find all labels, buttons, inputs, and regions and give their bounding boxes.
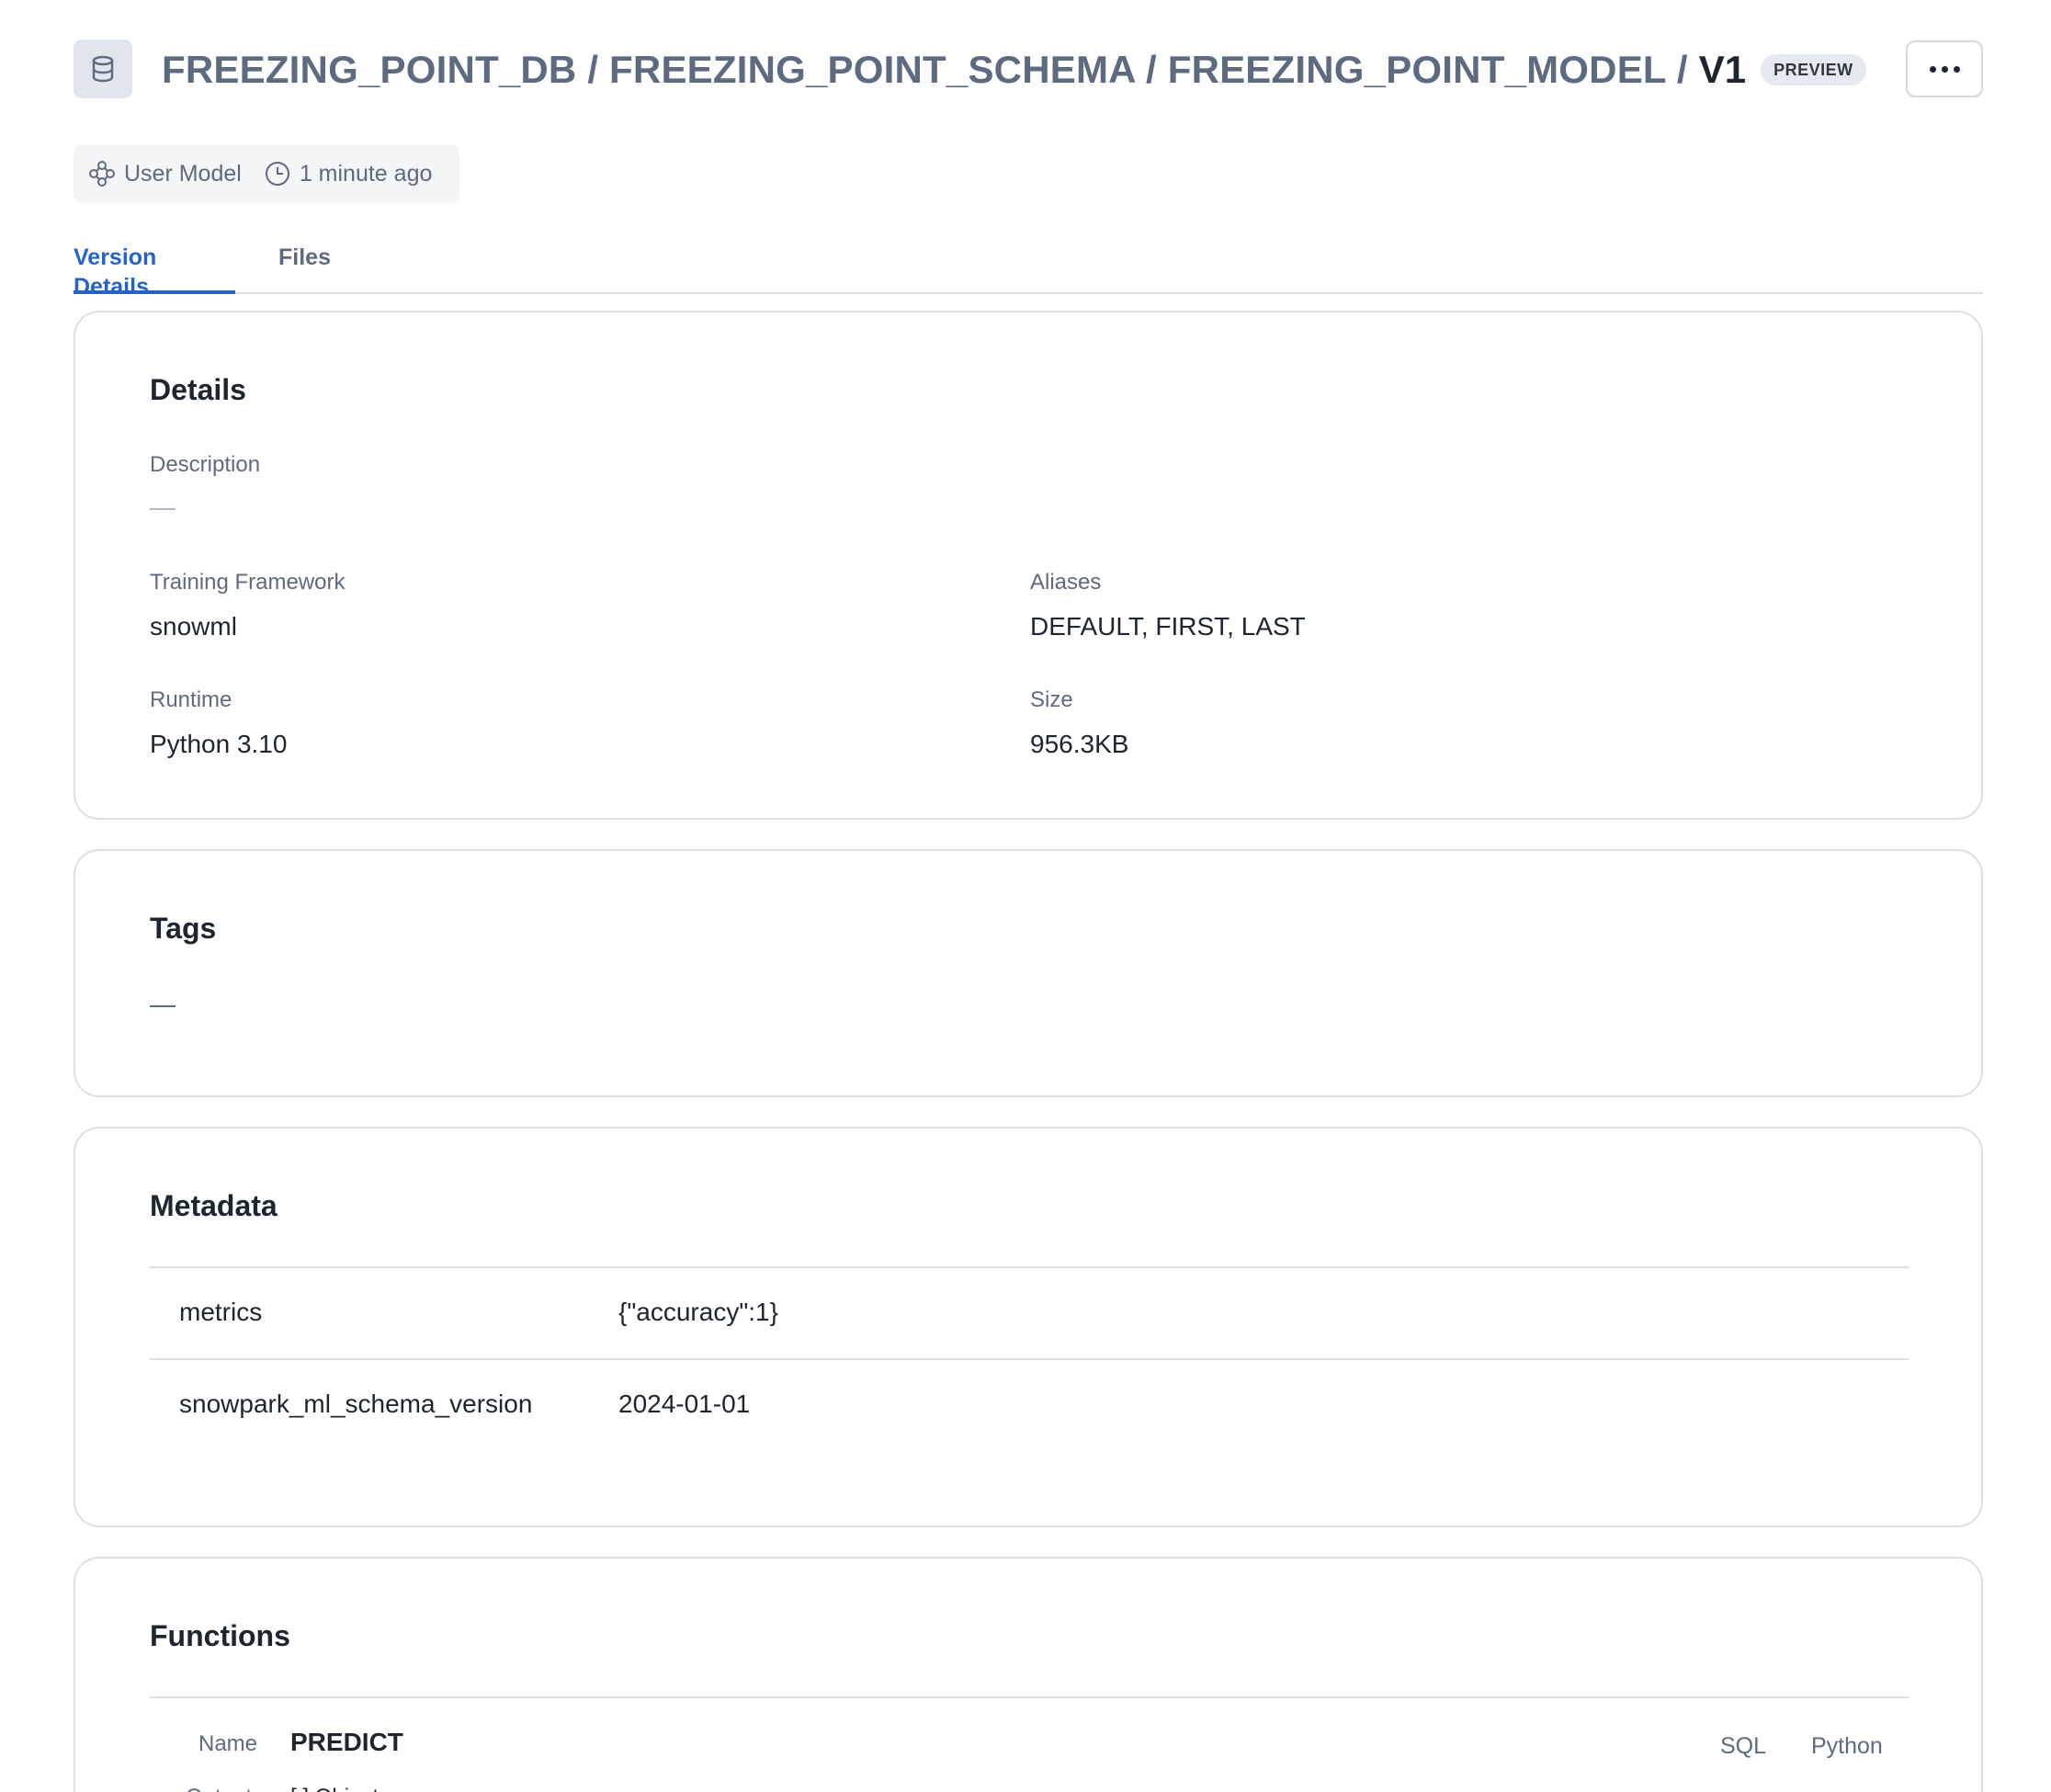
description-label: Description [150, 452, 261, 477]
runtime-value: Python 3.10 [150, 730, 288, 758]
tags-title: Tags [150, 912, 217, 945]
table-row: snowpark_ml_schema_version 2024-01-01 [150, 1358, 1909, 1450]
metadata-card: Metadata metrics {"accuracy":1} snowpark… [74, 1127, 1983, 1527]
last-updated: 1 minute ago [264, 160, 433, 187]
tab-bar: Version Details Files [74, 230, 1983, 300]
details-title: Details [150, 373, 246, 406]
functions-divider [150, 1696, 1909, 1698]
tab-python[interactable]: Python [1811, 1733, 1883, 1760]
functions-title: Functions [150, 1619, 290, 1652]
function-output-label: Output [186, 1785, 252, 1792]
function-output: [ ] Object [290, 1785, 379, 1792]
more-actions-button[interactable] [1906, 40, 1983, 97]
more-horizontal-icon [1929, 65, 1960, 73]
model-type-label: User Model [124, 160, 242, 187]
functions-card: Functions Name PREDICT SQL Python Output… [74, 1557, 1983, 1792]
training-framework-value: snowml [150, 612, 237, 641]
function-name: PREDICT [290, 1728, 403, 1756]
function-name-label: Name [198, 1731, 258, 1756]
metadata-key: snowpark_ml_schema_version [179, 1389, 533, 1418]
page-title: FREEZING_POINT_DB / FREEZING_POINT_SCHEM… [162, 44, 1866, 96]
model-meta-chip: User Model 1 minute ago [74, 144, 459, 203]
table-row: metrics {"accuracy":1} [150, 1266, 1909, 1358]
tags-empty-dash [150, 1005, 176, 1007]
details-card: Details Description Training Framework s… [74, 311, 1983, 820]
tab-sql[interactable]: SQL [1720, 1733, 1766, 1760]
metadata-key: metrics [179, 1298, 263, 1326]
metadata-title: Metadata [150, 1189, 278, 1222]
runtime-label: Runtime [150, 687, 232, 712]
metadata-value: 2024-01-01 [618, 1389, 751, 1418]
size-label: Size [1030, 687, 1073, 712]
aliases-label: Aliases [1030, 570, 1102, 595]
clock-icon [265, 162, 289, 186]
metadata-value: {"accuracy":1} [618, 1298, 778, 1326]
tab-version-details[interactable]: Version Details [74, 243, 235, 300]
size-value: 956.3KB [1030, 730, 1129, 758]
tab-files[interactable]: Files [278, 243, 331, 294]
metadata-table: metrics {"accuracy":1} snowpark_ml_schem… [150, 1266, 1909, 1450]
training-framework-label: Training Framework [150, 570, 346, 595]
tags-card: Tags [74, 849, 1983, 1097]
breadcrumb-path: FREEZING_POINT_DB / FREEZING_POINT_SCHEM… [162, 48, 1688, 91]
model-graph-icon [89, 161, 115, 187]
description-empty-dash [150, 508, 176, 510]
model-type: User Model [88, 160, 242, 187]
last-updated-label: 1 minute ago [299, 160, 433, 187]
aliases-value: DEFAULT, FIRST, LAST [1030, 612, 1306, 641]
database-icon [74, 40, 132, 98]
version-name: V1 [1698, 48, 1747, 91]
preview-badge: PREVIEW [1761, 54, 1866, 85]
model-version-page: FREEZING_POINT_DB / FREEZING_POINT_SCHEM… [0, 0, 2051, 1792]
